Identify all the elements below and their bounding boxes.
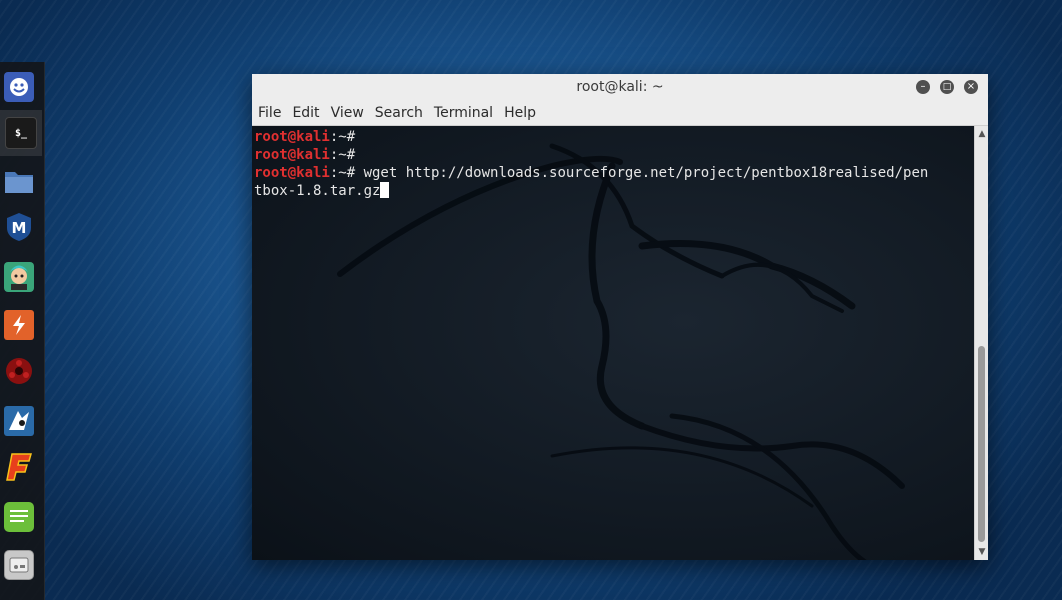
scroll-down-icon[interactable]: ▼	[977, 547, 987, 557]
svg-text:M: M	[12, 219, 27, 237]
prompt-path: :~	[329, 129, 347, 145]
maltego-icon	[5, 452, 33, 486]
folder-icon	[4, 168, 34, 198]
dock-item-armitage[interactable]	[4, 262, 34, 292]
dock-item-burpsuite[interactable]	[4, 310, 34, 340]
terminal-line: root@kali:~#	[254, 128, 972, 146]
notes-icon	[4, 502, 34, 532]
menu-help[interactable]: Help	[504, 103, 536, 123]
close-button[interactable]: ×	[964, 80, 978, 94]
faraday-icon	[4, 356, 34, 390]
maximize-button[interactable]: □	[940, 80, 954, 94]
beef-icon	[4, 406, 34, 436]
terminal-output[interactable]: root@kali:~# root@kali:~# root@kali:~# w…	[252, 126, 974, 560]
command-continuation: tbox-1.8.tar.gz	[254, 183, 381, 199]
terminal-icon: $_	[5, 117, 37, 149]
terminal-line: root@kali:~#	[254, 146, 972, 164]
prompt-symbol: #	[346, 165, 364, 181]
crowd-icon	[4, 72, 34, 102]
dock-item-crowd[interactable]	[4, 72, 34, 102]
dock-item-terminal[interactable]: $_	[0, 110, 42, 156]
menu-file[interactable]: File	[258, 103, 281, 123]
text-cursor	[380, 182, 390, 198]
armitage-icon	[4, 262, 34, 292]
prompt-path: :~	[329, 165, 347, 181]
dock-item-beef[interactable]	[4, 406, 34, 436]
prompt-path: :~	[329, 147, 347, 163]
metasploit-icon: M	[6, 212, 32, 246]
scrollbar[interactable]: ▲ ▼	[974, 126, 988, 560]
menubar: File Edit View Search Terminal Help	[252, 101, 988, 126]
terminal-glyph: $_	[14, 127, 28, 139]
desktop: $_ M root@kali: ~ – □ × File Edit View S…	[0, 0, 1062, 600]
prompt-symbol: #	[346, 147, 364, 163]
terminal-window: root@kali: ~ – □ × File Edit View Search…	[252, 74, 988, 560]
terminal-text: root@kali:~# root@kali:~# root@kali:~# w…	[254, 128, 972, 200]
command-text: wget http://downloads.sourceforge.net/pr…	[363, 165, 929, 181]
maximize-icon: □	[942, 82, 952, 92]
prompt-user: root@kali	[254, 129, 330, 145]
dock-item-maltego[interactable]	[4, 452, 34, 486]
window-title: root@kali: ~	[576, 79, 664, 95]
scrollbar-thumb[interactable]	[978, 346, 985, 542]
menu-terminal[interactable]: Terminal	[434, 103, 493, 123]
dock-item-app-grid[interactable]	[4, 550, 34, 580]
close-icon: ×	[966, 81, 976, 92]
scroll-up-icon[interactable]: ▲	[977, 129, 987, 139]
menu-search[interactable]: Search	[375, 103, 423, 123]
minimize-icon: –	[920, 81, 926, 92]
dock-item-faraday[interactable]	[4, 358, 34, 388]
prompt-user: root@kali	[254, 147, 330, 163]
burpsuite-icon	[4, 310, 34, 340]
titlebar[interactable]: root@kali: ~ – □ ×	[252, 74, 988, 102]
terminal-line: tbox-1.8.tar.gz	[254, 182, 972, 200]
minimize-button[interactable]: –	[916, 80, 930, 94]
dock-item-metasploit[interactable]: M	[4, 212, 34, 246]
menu-view[interactable]: View	[331, 103, 364, 123]
dock-item-notes[interactable]	[4, 502, 34, 532]
dock-item-files[interactable]	[4, 168, 34, 198]
app-grid-icon	[4, 550, 34, 580]
terminal-line: root@kali:~# wget http://downloads.sourc…	[254, 164, 972, 182]
prompt-user: root@kali	[254, 165, 330, 181]
menu-edit[interactable]: Edit	[292, 103, 319, 123]
prompt-symbol: #	[346, 129, 364, 145]
dock: $_ M	[0, 62, 45, 600]
